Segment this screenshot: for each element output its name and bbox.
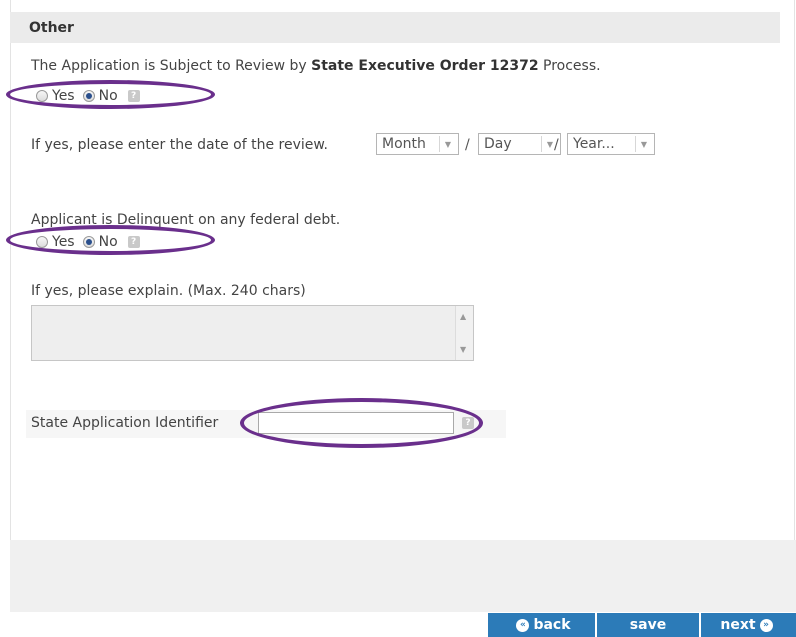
review-no-label[interactable]: No: [99, 88, 118, 104]
help-icon[interactable]: ?: [127, 236, 140, 248]
review-radio-group: Yes No ?: [36, 88, 140, 104]
scroll-down-icon[interactable]: ▼: [460, 345, 466, 354]
help-icon[interactable]: ?: [462, 417, 474, 429]
year-select-value: Year...: [573, 136, 615, 152]
month-select[interactable]: Month ▼: [376, 133, 459, 155]
back-button-label: back: [533, 617, 571, 633]
state-id-input[interactable]: [258, 412, 454, 434]
review-prompt-order: State Executive Order 12372: [311, 58, 539, 74]
section-header: Other: [10, 12, 780, 43]
delinquent-yes-radio[interactable]: [36, 236, 48, 248]
day-select[interactable]: Day ▼: [478, 133, 561, 155]
save-button-label: save: [629, 617, 667, 633]
next-button[interactable]: next »: [701, 613, 796, 637]
review-prompt-prefix: The Application is Subject to Review by: [31, 58, 307, 74]
footer-band: [10, 540, 796, 612]
month-select-value: Month: [382, 136, 426, 152]
section-title: Other: [29, 20, 74, 36]
review-date-prompt: If yes, please enter the date of the rev…: [31, 137, 329, 153]
textarea-scrollbar[interactable]: ▲ ▼: [455, 306, 473, 360]
delinquent-prompt: Applicant is Delinquent on any federal d…: [31, 212, 341, 228]
year-select[interactable]: Year... ▼: [567, 133, 655, 155]
next-button-label: next: [720, 617, 756, 633]
help-icon[interactable]: ?: [127, 90, 140, 102]
review-question: The Application is Subject to Review by …: [31, 58, 601, 74]
review-no-radio[interactable]: [82, 90, 95, 102]
explain-prompt: If yes, please explain. (Max. 240 chars): [31, 283, 306, 299]
explain-textarea[interactable]: ▲ ▼: [31, 305, 474, 361]
next-arrow-icon: »: [759, 618, 773, 632]
delinquent-no-label[interactable]: No: [99, 234, 118, 250]
delinquent-yes-label[interactable]: Yes: [52, 234, 75, 250]
delinquent-radio-group: Yes No ?: [36, 234, 140, 250]
review-yes-radio[interactable]: [36, 90, 48, 102]
chevron-down-icon: ▼: [439, 136, 456, 152]
review-yes-label[interactable]: Yes: [52, 88, 75, 104]
delinquent-no-radio[interactable]: [82, 236, 95, 248]
form-panel: [10, 0, 795, 541]
back-arrow-icon: «: [516, 618, 530, 632]
chevron-down-icon: ▼: [635, 136, 652, 152]
state-id-label: State Application Identifier: [31, 415, 219, 431]
save-button[interactable]: save: [597, 613, 699, 637]
review-prompt-suffix: Process.: [543, 58, 601, 74]
date-separator: /: [554, 137, 559, 153]
scroll-up-icon[interactable]: ▲: [460, 312, 466, 321]
date-separator: /: [465, 137, 470, 153]
day-select-value: Day: [484, 136, 512, 152]
back-button[interactable]: « back: [488, 613, 595, 637]
